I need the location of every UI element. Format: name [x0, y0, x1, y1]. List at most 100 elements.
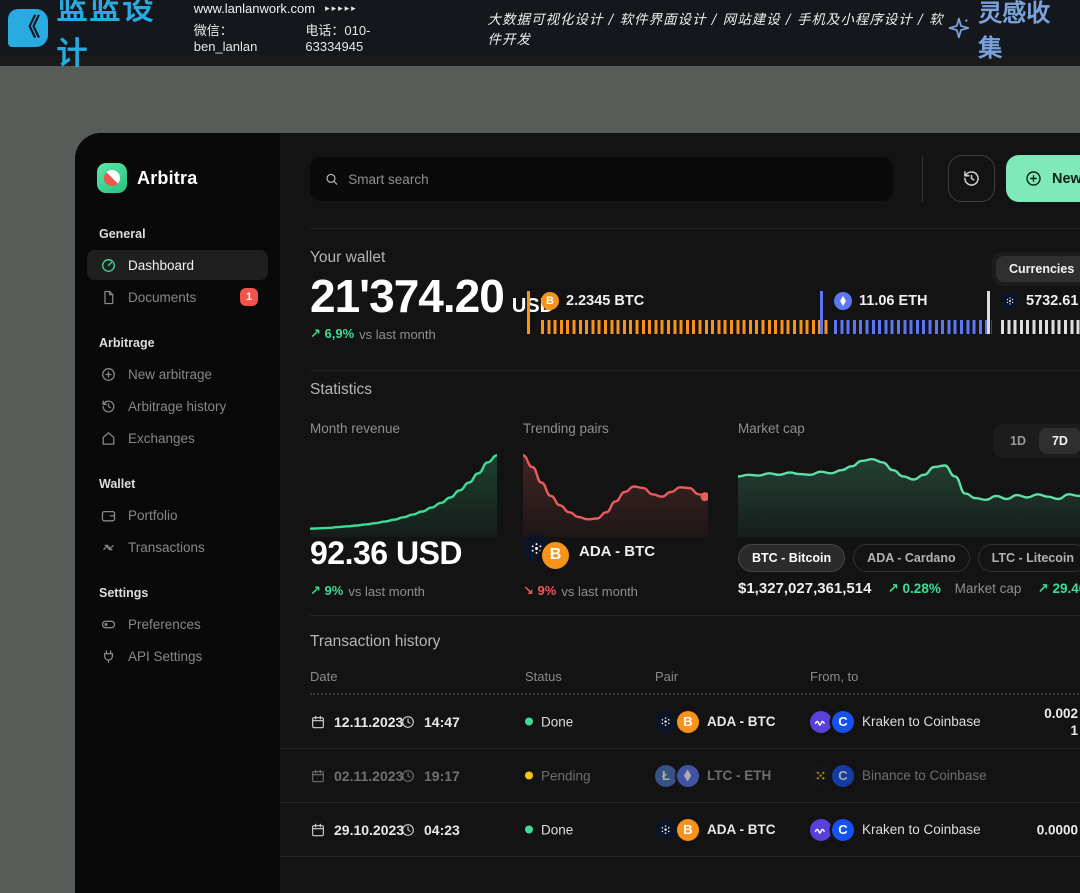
topbar-divider — [922, 156, 923, 202]
coinbase-coin-icon: C — [832, 819, 854, 841]
down-arrow-icon: ↘ — [523, 583, 534, 598]
gauge-icon — [100, 257, 117, 274]
arrows-decoration: ▸▸▸▸▸ — [325, 3, 358, 14]
wallet-holdings: B 2.2345 BTC 11.06 ETH 5732.61 ADA — [527, 291, 1080, 334]
history-button[interactable] — [948, 155, 995, 202]
arbitra-dashboard: Arbitra General Dashboard Documents 1 Arbitr… — [75, 133, 1080, 893]
sidebar-item-label: Exchanges — [128, 431, 195, 446]
table-row[interactable]: 12.11.202314:47DoneBADA - BTCCKraken to … — [280, 695, 1080, 749]
sidebar-section-title: Arbitrage — [99, 336, 280, 350]
date-value: 29.10.2023 — [334, 822, 404, 838]
column-header-date: Date — [310, 669, 337, 684]
status-badge: Done — [541, 822, 573, 837]
eth-coin-icon — [677, 765, 699, 787]
sidebar-section: General Dashboard Documents 1 — [75, 227, 280, 312]
binance-coin-icon — [810, 765, 832, 787]
section-divider — [310, 228, 1080, 229]
column-header-fromto: From, to — [810, 669, 858, 684]
section-divider — [310, 615, 1080, 616]
main-content: New a Your wallet 21'374.20 USD ↗ 6,9% v… — [280, 133, 1080, 893]
pair-cell: BADA - BTC — [655, 711, 776, 733]
time-value: 04:23 — [424, 822, 460, 838]
date-value: 12.11.2023 — [334, 714, 403, 730]
wallet-section-title: Your wallet — [310, 249, 385, 267]
wallet-icon — [100, 507, 117, 524]
status-badge: Pending — [541, 768, 591, 783]
transfer-arrows-icon — [100, 539, 117, 556]
pair-cell: Ł LTC - ETH — [655, 765, 771, 787]
ltc-coin-icon: Ł — [655, 765, 677, 787]
search-box[interactable] — [310, 157, 893, 201]
wallet-tab-currencies[interactable]: Currencies — [996, 256, 1080, 282]
status-cell: Pending — [525, 768, 591, 783]
search-input[interactable] — [348, 172, 879, 187]
sidebar-item-exchanges[interactable]: Exchanges — [87, 423, 268, 453]
date-cell: 29.10.2023 — [310, 822, 404, 838]
coin-pill-btc[interactable]: BTC - Bitcoin — [738, 544, 845, 572]
holding-label: B 2.2345 BTC — [541, 291, 820, 311]
coin-pill-ada[interactable]: ADA - Cardano — [853, 544, 969, 572]
amount-value: 0.0000 — [940, 821, 1078, 838]
holding-label: 5732.61 ADA — [1001, 291, 1080, 311]
status-dot-pending — [525, 772, 533, 780]
transactions-table: 12.11.202314:47DoneBADA - BTCCKraken to … — [280, 695, 1080, 857]
clock-icon — [400, 768, 416, 784]
table-row[interactable]: 29.10.202304:23DoneBADA - BTCCKraken to … — [280, 803, 1080, 857]
sidebar-item-transactions[interactable]: Transactions — [87, 532, 268, 562]
sidebar-item-arbitrage-history[interactable]: Arbitrage history — [87, 391, 268, 421]
clock-icon — [400, 714, 416, 730]
calendar-icon — [310, 822, 326, 838]
route-cell: CBinance to Coinbase — [810, 765, 987, 787]
trending-pairs-label: Trending pairs — [523, 421, 609, 436]
phone-contact: 电话：010-63334945 — [305, 20, 417, 54]
sidebar-section-title: General — [99, 227, 280, 241]
plus-circle-icon — [100, 366, 117, 383]
table-row[interactable]: 02.11.202319:17PendingŁLTC - ETHCBinance… — [280, 749, 1080, 803]
sidebar-item-api-settings[interactable]: API Settings — [87, 641, 268, 671]
trending-change: ↘ 9% vs last month — [523, 583, 638, 599]
history-icon — [100, 398, 117, 415]
time-cell: 04:23 — [400, 822, 460, 838]
sidebar-item-new-arbitrage[interactable]: New arbitrage — [87, 359, 268, 389]
search-icon — [324, 171, 339, 187]
history-icon — [961, 168, 982, 189]
eth-coin-icon — [834, 292, 852, 310]
holding-amount: 2.2345 BTC — [566, 293, 644, 309]
sidebar-item-portfolio[interactable]: Portfolio — [87, 500, 268, 530]
sidebar-item-preferences[interactable]: Preferences — [87, 609, 268, 639]
coin-pill-ltc[interactable]: LTC - Litecoin — [978, 544, 1080, 572]
notification-badge: 1 — [240, 288, 258, 306]
amount-value: 0.002 — [940, 705, 1078, 722]
sidebar-item-documents[interactable]: Documents 1 — [87, 282, 268, 312]
wechat-contact: 微信：ben_lanlan — [194, 20, 288, 54]
wallet-balance: 21'374.20 USD — [310, 273, 554, 319]
column-header-status: Status — [525, 669, 562, 684]
market-cap-chart — [738, 449, 1080, 537]
sidebar-item-dashboard[interactable]: Dashboard — [87, 250, 268, 280]
app-name: Arbitra — [137, 168, 197, 189]
status-badge: Done — [541, 714, 573, 729]
sidebar-item-label: Preferences — [128, 617, 201, 632]
inspiration-collect-link[interactable]: 灵感收集 — [947, 0, 1066, 63]
lanlan-logo-glyph: 《 — [16, 16, 40, 40]
home-icon — [100, 430, 117, 447]
sidebar-item-label: Documents — [128, 290, 196, 305]
btc-coin-icon: B — [541, 292, 559, 310]
holding-amount: 11.06 ETH — [859, 293, 928, 309]
sidebar-item-label: Transactions — [128, 540, 205, 555]
holding-btc: B 2.2345 BTC — [527, 291, 820, 334]
pair-label: LTC - ETH — [707, 768, 771, 783]
amount-value: 1 — [940, 722, 1078, 739]
up-arrow-icon: ↗ — [887, 581, 898, 596]
time-value: 19:17 — [424, 768, 460, 784]
sidebar-item-label: Portfolio — [128, 508, 178, 523]
site-url[interactable]: www.lanlanwork.com — [194, 1, 315, 16]
sidebar: Arbitra General Dashboard Documents 1 Arbitr… — [75, 133, 280, 893]
coinbase-coin-icon: C — [832, 765, 854, 787]
new-arbitrage-button[interactable]: New a — [1006, 155, 1080, 202]
holding-bars — [1001, 320, 1080, 334]
sidebar-item-label: New arbitrage — [128, 367, 212, 382]
brand-name: 蓝蓝设计 — [56, 0, 177, 73]
up-arrow-icon: ↗ — [310, 326, 321, 341]
app-logo-row: Arbitra — [97, 163, 280, 193]
